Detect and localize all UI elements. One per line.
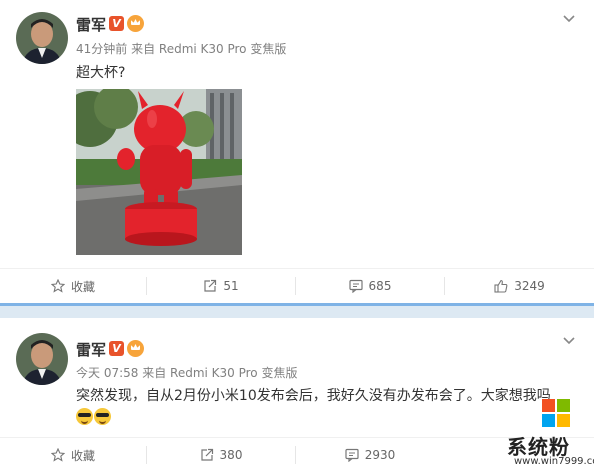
vip-crown-icon: [127, 15, 144, 32]
weibo-post-2: 雷军 V 今天 07:58 来自 Redmi K30 Pro 变焦版 突然发现，…: [0, 318, 594, 473]
comment-count: 685: [368, 279, 392, 293]
star-icon: [50, 279, 65, 293]
comment-button[interactable]: 2930: [296, 438, 444, 472]
verified-badge-icon: V: [109, 341, 124, 356]
repost-icon: [200, 448, 213, 461]
chevron-down-icon[interactable]: [562, 334, 576, 348]
verified-badge-icon: V: [109, 16, 124, 31]
favorite-button[interactable]: 收藏: [0, 269, 146, 303]
action-bar: 收藏 51 685 3249: [0, 268, 594, 303]
favorite-label: 收藏: [70, 279, 95, 294]
avatar[interactable]: [16, 333, 68, 385]
action-bar: 收藏 380 2930: [0, 437, 594, 472]
like-button[interactable]: 3249: [445, 269, 594, 303]
post-text: 超大杯?: [76, 65, 126, 81]
avatar[interactable]: [16, 12, 68, 64]
thumbs-up-icon: [494, 279, 508, 293]
repost-icon: [204, 279, 217, 292]
post-photo[interactable]: [76, 89, 242, 255]
repost-button[interactable]: 51: [147, 269, 295, 303]
windows-logo-icon: [542, 399, 570, 427]
post-text: 突然发现，自从2月份小米10发布会后，我好久没有办发布会了。大家想我吗: [76, 388, 551, 404]
username[interactable]: 雷军: [76, 339, 106, 360]
sunglasses-emoji-icon: [94, 408, 111, 425]
comment-count: 2930: [364, 448, 396, 462]
post-separator: [0, 303, 594, 318]
comment-button[interactable]: 685: [296, 269, 444, 303]
favorite-label: 收藏: [70, 448, 95, 463]
comment-icon: [348, 279, 363, 293]
star-icon: [50, 448, 65, 462]
chevron-down-icon[interactable]: [562, 12, 576, 26]
favorite-button[interactable]: 收藏: [0, 438, 146, 472]
sunglasses-emoji-icon: [76, 408, 93, 425]
post-meta: 今天 07:58 来自 Redmi K30 Pro 变焦版: [76, 366, 298, 380]
watermark-url: www.win7999.com: [514, 456, 594, 467]
repost-count: 380: [219, 448, 243, 462]
vip-crown-icon: [127, 340, 144, 357]
repost-count: 51: [223, 279, 239, 293]
post-meta: 41分钟前 来自 Redmi K30 Pro 变焦版: [76, 42, 287, 56]
repost-button[interactable]: 380: [147, 438, 295, 472]
comment-icon: [345, 448, 359, 462]
like-count: 3249: [514, 279, 545, 293]
username[interactable]: 雷军: [76, 14, 106, 35]
weibo-post-1: 雷军 V 41分钟前 来自 Redmi K30 Pro 变焦版 超大杯? 收藏 …: [0, 0, 594, 303]
